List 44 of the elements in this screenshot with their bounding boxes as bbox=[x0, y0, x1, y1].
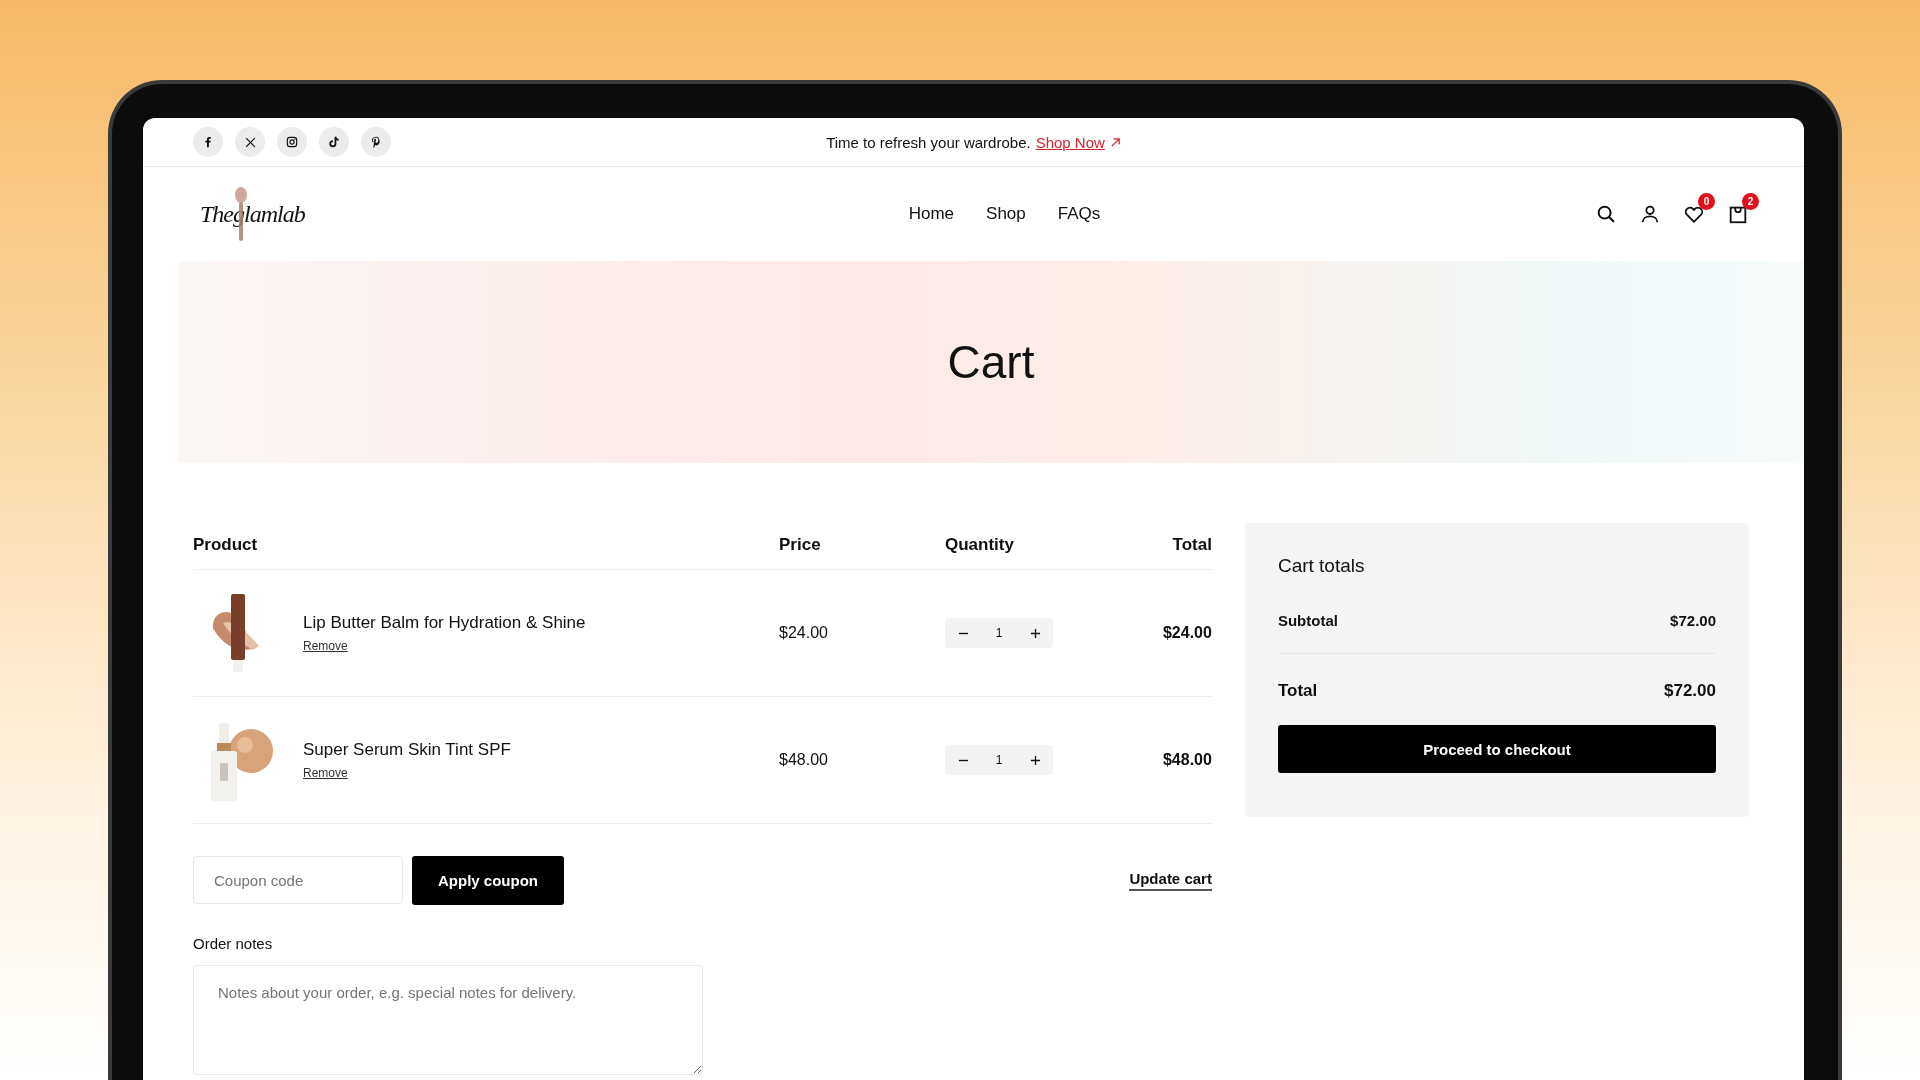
quantity-value[interactable]: 1 bbox=[981, 626, 1017, 640]
apply-coupon-button[interactable]: Apply coupon bbox=[412, 856, 564, 905]
tiktok-icon[interactable] bbox=[319, 127, 349, 157]
product-name[interactable]: Super Serum Skin Tint SPF bbox=[303, 740, 511, 760]
product-name[interactable]: Lip Butter Balm for Hydration & Shine bbox=[303, 613, 586, 633]
update-cart-link[interactable]: Update cart bbox=[1129, 870, 1212, 891]
nav-link[interactable]: Home bbox=[908, 204, 955, 224]
price-cell-text: $48.00 bbox=[779, 751, 829, 769]
total-cell-text: $24.00 bbox=[1161, 624, 1212, 642]
price-cell-text: $24.00 bbox=[779, 624, 829, 642]
order-notes-label: Order notes bbox=[193, 935, 273, 952]
nav-link[interactable]: Shop bbox=[986, 204, 1026, 224]
total-cell-text: $48.00 bbox=[1161, 751, 1212, 769]
column-header: Product bbox=[193, 535, 259, 555]
facebook-icon[interactable] bbox=[193, 127, 223, 157]
column-header: Quantity bbox=[945, 535, 1015, 555]
page-title: Cart bbox=[947, 335, 1035, 389]
plus-icon bbox=[1029, 627, 1041, 639]
wishlist-count-badge: 0 bbox=[1698, 193, 1715, 210]
logo[interactable]: Theglamlab bbox=[200, 200, 305, 228]
total-value: $72.00 bbox=[1664, 681, 1716, 701]
x-icon[interactable] bbox=[235, 127, 265, 157]
pinterest-icon[interactable] bbox=[361, 127, 391, 157]
plus-icon bbox=[1029, 754, 1041, 766]
announcement-text: Time to refresh your wardrobe. bbox=[826, 133, 1031, 151]
search-icon[interactable] bbox=[1595, 203, 1617, 225]
subtotal-label: Subtotal bbox=[1277, 612, 1338, 629]
remove-link[interactable]: Remove bbox=[303, 639, 348, 653]
user-icon[interactable] bbox=[1639, 203, 1661, 225]
instagram-icon[interactable] bbox=[277, 127, 307, 157]
quantity-value[interactable]: 1 bbox=[981, 753, 1017, 767]
shop-now-link[interactable]: Shop Now bbox=[1035, 133, 1121, 151]
order-notes-field[interactable]: Notes about your order, e.g. special notes for delivery. bbox=[193, 965, 703, 1075]
cart-count-badge: 2 bbox=[1742, 193, 1759, 210]
cart-totals-title: Cart totals bbox=[1277, 555, 1366, 577]
total-label: Total bbox=[1277, 681, 1318, 701]
coupon-field[interactable]: Coupon code bbox=[193, 856, 403, 904]
nav-link[interactable]: FAQs bbox=[1057, 204, 1101, 224]
arrow-icon bbox=[1109, 136, 1121, 148]
subtotal-value: $72.00 bbox=[1670, 612, 1716, 629]
column-header: Total bbox=[1171, 535, 1212, 555]
column-header: Price bbox=[779, 535, 822, 555]
checkout-button[interactable]: Proceed to checkout bbox=[1277, 725, 1716, 773]
remove-link[interactable]: Remove bbox=[303, 766, 348, 780]
